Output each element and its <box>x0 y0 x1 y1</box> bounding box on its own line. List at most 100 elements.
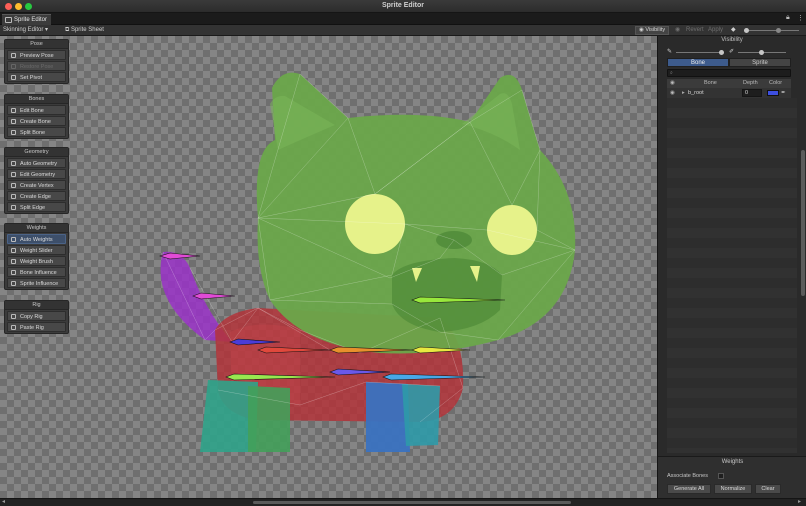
pose-group-title: Pose <box>5 40 68 49</box>
preview-pose-label: Preview Pose <box>20 53 54 59</box>
tab-bone[interactable]: Bone <box>667 58 729 67</box>
auto-weights-button[interactable]: Auto Weights <box>7 234 66 244</box>
bone-influence-label: Bone Influence <box>20 270 57 276</box>
split-bone-button[interactable]: Split Bone <box>7 127 66 137</box>
preview-pose-button[interactable]: Preview Pose <box>7 50 66 60</box>
toggle-icon[interactable]: ◉ <box>675 26 680 35</box>
create-vertex-button[interactable]: Create Vertex <box>7 180 66 190</box>
bone-influence-button[interactable]: Bone Influence <box>7 267 66 277</box>
sprite-sheet-label: Sprite Sheet <box>70 27 104 33</box>
visibility-toggle-button[interactable]: ◉ Visibility <box>635 26 670 35</box>
zoom-slider-handle-2[interactable] <box>776 28 781 33</box>
horizontal-scroll-thumb[interactable] <box>253 501 571 504</box>
create-edge-label: Create Edge <box>20 194 51 200</box>
edit-bone-button[interactable]: Edit Bone <box>7 105 66 115</box>
eyedropper-icon[interactable]: ✒ <box>781 88 786 98</box>
pose-tool-group: Pose Preview Pose Restore Pose Set Pivot <box>4 39 69 84</box>
sprite-editor-icon <box>5 17 12 23</box>
expand-arrow-icon[interactable]: ▸ <box>682 88 685 98</box>
rig-group-title: Rig <box>5 301 68 310</box>
sprite-sheet-button[interactable]: ⧉ Sprite Sheet <box>65 26 104 35</box>
sprite-mesh-view[interactable] <box>0 36 657 498</box>
tab-sprite-editor[interactable]: Sprite Editor <box>2 14 52 25</box>
edit-geometry-icon <box>11 172 16 177</box>
paste-rig-icon <box>11 325 16 330</box>
clear-button[interactable]: Clear <box>755 484 781 494</box>
bone-depth-field[interactable]: 0 <box>742 89 762 97</box>
weights-tool-group: Weights Auto Weights Weight Slider Weigh… <box>4 223 69 290</box>
restore-pose-icon <box>11 64 16 69</box>
sprite-influence-button[interactable]: Sprite Influence <box>7 278 66 288</box>
split-edge-button[interactable]: Split Edge <box>7 202 66 212</box>
bone-color-swatch[interactable] <box>767 90 779 96</box>
weight-slider-button[interactable]: Weight Slider <box>7 245 66 255</box>
tab-bar: Sprite Editor 🔒︎ ⋮ <box>0 13 806 25</box>
associate-bones-checkbox[interactable] <box>718 473 724 479</box>
create-edge-button[interactable]: Create Edge <box>7 191 66 201</box>
geometry-group-title: Geometry <box>5 148 68 157</box>
generate-all-button[interactable]: Generate All <box>667 484 711 494</box>
restore-pose-button[interactable]: Restore Pose <box>7 61 66 71</box>
view-mode-icon[interactable]: ◆ <box>731 26 736 35</box>
bone-list-background <box>667 98 797 453</box>
lock-icon[interactable]: 🔒︎ <box>786 14 790 22</box>
paste-rig-label: Paste Rig <box>20 325 44 331</box>
copy-rig-icon <box>11 314 16 319</box>
zoom-slider-handle[interactable] <box>744 28 749 33</box>
bone-table-header: ◉ Bone Depth Color <box>667 79 791 88</box>
bones-tool-group: Bones Edit Bone Create Bone Split Bone <box>4 94 69 139</box>
auto-geometry-icon <box>11 161 16 166</box>
create-vertex-label: Create Vertex <box>20 183 54 189</box>
mesh-opacity-icon: ✐ <box>729 49 735 55</box>
sprite-influence-icon <box>11 281 16 286</box>
split-edge-icon <box>11 205 16 210</box>
auto-weights-label: Auto Weights <box>20 237 53 243</box>
sprite-canvas[interactable]: Pose Preview Pose Restore Pose Set Pivot… <box>0 36 657 498</box>
set-pivot-icon <box>11 75 16 80</box>
scroll-right-icon[interactable]: ▸ <box>798 498 801 505</box>
apply-button[interactable]: Apply <box>708 26 723 35</box>
normalize-button[interactable]: Normalize <box>714 484 752 494</box>
panel-scrollbar[interactable] <box>801 150 805 296</box>
bone-opacity-slider[interactable] <box>676 52 724 53</box>
create-vertex-icon <box>11 183 16 188</box>
bone-influence-icon <box>11 270 16 275</box>
auto-geometry-label: Auto Geometry <box>20 161 57 167</box>
edit-bone-label: Edit Bone <box>20 108 44 114</box>
rig-tool-group: Rig Copy Rig Paste Rig <box>4 300 69 334</box>
tab-sprite[interactable]: Sprite <box>729 58 791 67</box>
revert-button[interactable]: Revert <box>686 26 704 35</box>
scroll-left-icon[interactable]: ◂ <box>2 498 5 505</box>
mesh-opacity-handle[interactable] <box>759 50 764 55</box>
bone-opacity-icon: ✎ <box>667 49 673 55</box>
split-edge-label: Split Edge <box>20 205 46 211</box>
copy-rig-button[interactable]: Copy Rig <box>7 311 66 321</box>
set-pivot-button[interactable]: Set Pivot <box>7 72 66 82</box>
bone-search-input[interactable]: ⌕ <box>667 69 791 77</box>
canvas-horizontal-scrollbar[interactable]: ◂ ▸ <box>0 498 806 506</box>
sprite-influence-label: Sprite Influence <box>20 281 59 287</box>
auto-geometry-button[interactable]: Auto Geometry <box>7 158 66 168</box>
restore-pose-label: Restore Pose <box>20 64 54 70</box>
bone-name: b_root <box>688 90 704 96</box>
split-bone-icon <box>11 130 16 135</box>
paste-rig-button[interactable]: Paste Rig <box>7 322 66 332</box>
bone-table: ◉ Bone Depth Color ◉ ▸ b_root 0 ✒ <box>667 79 791 98</box>
create-bone-icon <box>11 119 16 124</box>
edit-geometry-label: Edit Geometry <box>20 172 56 178</box>
split-bone-label: Split Bone <box>20 130 46 136</box>
create-edge-icon <box>11 194 16 199</box>
header-eye-icon[interactable]: ◉ <box>670 79 675 88</box>
bone-opacity-handle[interactable] <box>719 50 724 55</box>
zoom-slider-track[interactable] <box>744 30 799 31</box>
more-options-icon[interactable]: ⋮ <box>797 14 804 22</box>
bone-tail-2 <box>192 292 236 300</box>
weight-brush-button[interactable]: Weight Brush <box>7 256 66 266</box>
tab-label: Sprite Editor <box>14 17 48 23</box>
edit-geometry-button[interactable]: Edit Geometry <box>7 169 66 179</box>
mode-dropdown[interactable]: Skinning Editor ▾ <box>3 26 48 35</box>
table-row[interactable]: ◉ ▸ b_root 0 ✒ <box>667 88 791 98</box>
bone-visibility-eye-icon[interactable]: ◉ <box>670 88 675 98</box>
column-color: Color <box>769 80 783 86</box>
create-bone-button[interactable]: Create Bone <box>7 116 66 126</box>
